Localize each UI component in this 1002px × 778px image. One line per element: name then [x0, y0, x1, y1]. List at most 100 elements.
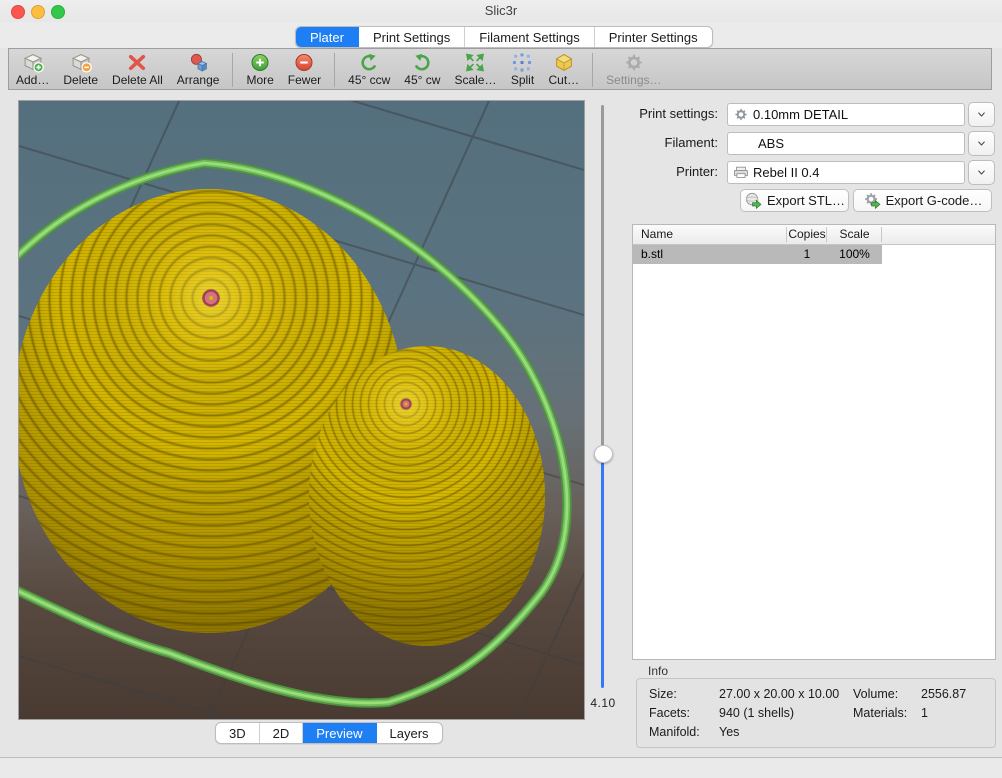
- printer-value: Rebel II 0.4: [753, 165, 820, 180]
- export-stl-button[interactable]: Export STL…: [740, 189, 849, 212]
- fewer-icon: [292, 52, 316, 73]
- column-header-scale[interactable]: Scale: [827, 227, 882, 241]
- cell-name: b.stl: [641, 247, 663, 261]
- toolbar-button-label: Scale…: [454, 73, 496, 87]
- export-stl-icon: [744, 191, 763, 210]
- filament-select[interactable]: ABS: [727, 132, 965, 155]
- info-value-size: 27.00 x 20.00 x 10.00: [719, 687, 839, 701]
- rotate-cw-icon: [410, 52, 434, 73]
- printer-icon: [732, 164, 750, 181]
- toolbar-button-scale[interactable]: Scale…: [447, 51, 503, 88]
- toolbar-button-label: More: [246, 73, 273, 87]
- tab-plater[interactable]: Plater: [296, 27, 359, 47]
- toolbar-button-cut[interactable]: Cut…: [541, 51, 586, 88]
- more-icon: [248, 52, 272, 73]
- layer-slider-value: 4.10: [584, 696, 622, 710]
- main-tab-bar: PlaterPrint SettingsFilament SettingsPri…: [295, 26, 713, 48]
- view-tab-2d[interactable]: 2D: [260, 723, 304, 743]
- layer-slider-track[interactable]: [601, 105, 604, 454]
- chevron-down-icon: [976, 138, 987, 149]
- info-label-manifold: Manifold:: [649, 725, 700, 739]
- export-gcode-button[interactable]: Export G-code…: [853, 189, 992, 212]
- column-header-name[interactable]: Name: [641, 227, 673, 241]
- cut-icon: [552, 52, 576, 73]
- info-label-size: Size:: [649, 687, 677, 701]
- split-icon: [510, 52, 534, 73]
- toolbar-button-label: Settings…: [606, 73, 661, 87]
- chevron-down-icon: [976, 109, 987, 120]
- object-list-body: b.stl 1100%: [633, 245, 995, 659]
- toolbar-button-fewer[interactable]: Fewer: [281, 51, 328, 88]
- printer-label: Printer:: [600, 164, 718, 179]
- toolbar-button-label: 45° ccw: [348, 73, 390, 87]
- tab-print-settings[interactable]: Print Settings: [359, 27, 465, 47]
- print-settings-value: 0.10mm DETAIL: [753, 107, 848, 122]
- toolbar-button-settings: Settings…: [599, 51, 668, 88]
- layer-slider-thumb[interactable]: [594, 445, 613, 463]
- info-value-facets: 940 (1 shells): [719, 706, 794, 720]
- toolbar-separator: [232, 53, 233, 87]
- print-settings-dropdown-button[interactable]: [968, 102, 995, 127]
- toolbar-button-45-ccw[interactable]: 45° ccw: [341, 51, 397, 88]
- layer-slider-track-filled[interactable]: [601, 454, 604, 688]
- export-stl-label: Export STL…: [767, 193, 845, 208]
- toolbar-button-split[interactable]: Split: [503, 51, 541, 88]
- view-tab-layers[interactable]: Layers: [377, 723, 442, 743]
- view-mode-tab-bar: 3D2DPreviewLayers: [215, 722, 443, 744]
- toolbar-button-label: Fewer: [288, 73, 321, 87]
- table-row-b-stl[interactable]: b.stl 1100%: [633, 245, 995, 264]
- filament-label: Filament:: [600, 135, 718, 150]
- toolbar-button-arrange[interactable]: Arrange: [170, 51, 227, 88]
- info-value-manifold: Yes: [719, 725, 739, 739]
- view-tab-preview[interactable]: Preview: [303, 723, 376, 743]
- printer-dropdown-button[interactable]: [968, 160, 995, 185]
- chevron-down-icon: [976, 167, 987, 178]
- cell-copies: 1: [787, 247, 827, 261]
- toolbar: Add…Delete Delete All Arrange More Fewer 45° …: [8, 48, 992, 90]
- print-settings-select[interactable]: 0.10mm DETAIL: [727, 103, 965, 126]
- info-value-volume: 2556.87: [921, 687, 966, 701]
- toolbar-button-add[interactable]: Add…: [9, 51, 56, 88]
- info-label-materials: Materials:: [853, 706, 907, 720]
- info-panel: Size: 27.00 x 20.00 x 10.00 Volume: 2556.87…: [636, 678, 996, 748]
- status-bar: [0, 758, 1002, 778]
- toolbar-button-delete[interactable]: Delete: [56, 51, 105, 88]
- toolbar-button-label: Split: [511, 73, 534, 87]
- scale-icon: [463, 52, 487, 73]
- cell-scale: 100%: [827, 247, 882, 261]
- toolbar-button-label: Cut…: [548, 73, 579, 87]
- printer-select[interactable]: Rebel II 0.4: [727, 161, 965, 184]
- package-add-icon: [21, 52, 45, 73]
- view-tab-3d[interactable]: 3D: [216, 723, 260, 743]
- toolbar-button-label: Arrange: [177, 73, 220, 87]
- arrange-icon: [186, 52, 210, 73]
- toolbar-button-more[interactable]: More: [239, 51, 280, 88]
- filament-dropdown-button[interactable]: [968, 131, 995, 156]
- tab-printer-settings[interactable]: Printer Settings: [595, 27, 712, 47]
- plater-3d-preview-canvas[interactable]: [18, 100, 585, 720]
- info-value-materials: 1: [921, 706, 928, 720]
- info-label-volume: Volume:: [853, 687, 898, 701]
- object-list-table[interactable]: Name Copies Scale b.stl 1100%: [632, 224, 996, 660]
- settings-icon: [622, 52, 646, 73]
- toolbar-button-delete-all[interactable]: Delete All: [105, 51, 170, 88]
- package-remove-icon: [69, 52, 93, 73]
- print-settings-label: Print settings:: [600, 106, 718, 121]
- export-gcode-label: Export G-code…: [886, 193, 983, 208]
- filament-value: ABS: [758, 136, 784, 151]
- toolbar-button-label: Delete All: [112, 73, 163, 87]
- sliced-object-small: [309, 346, 545, 646]
- toolbar-button-label: 45° cw: [404, 73, 440, 87]
- delete-all-icon: [125, 52, 149, 73]
- export-gcode-icon: [863, 191, 882, 210]
- toolbar-button-45-cw[interactable]: 45° cw: [397, 51, 447, 88]
- column-header-copies[interactable]: Copies: [787, 227, 827, 241]
- gear-icon: [732, 106, 750, 123]
- tab-filament-settings[interactable]: Filament Settings: [465, 27, 594, 47]
- window-title: Slic3r: [0, 3, 1002, 18]
- toolbar-separator: [592, 53, 593, 87]
- info-label-facets: Facets:: [649, 706, 690, 720]
- object-list-header: Name Copies Scale: [633, 225, 995, 245]
- preview-scene: [19, 101, 584, 719]
- rotate-ccw-icon: [357, 52, 381, 73]
